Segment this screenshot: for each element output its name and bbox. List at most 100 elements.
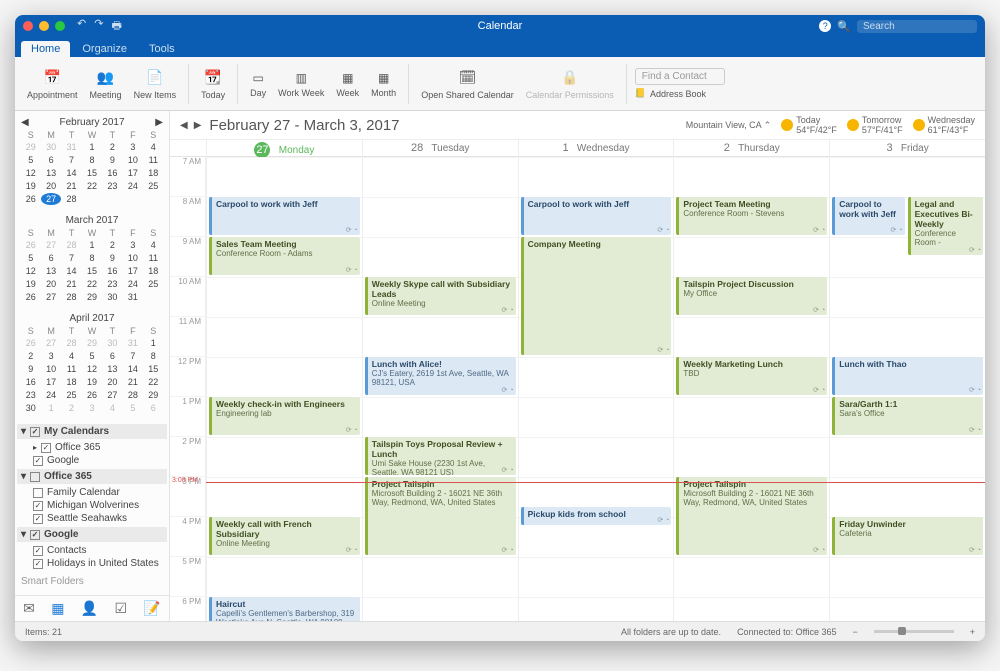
prev-week-button[interactable]: ◀ [180,120,188,131]
mini-day[interactable]: 26 [21,193,40,205]
mini-day[interactable]: 16 [103,265,122,277]
day-column[interactable]: Weekly Skype call with Subsidiary LeadsO… [362,157,518,621]
zoom-window[interactable] [55,21,65,31]
mini-day[interactable]: 29 [144,389,163,401]
month-button[interactable]: ▦Month [367,68,400,100]
tree-item[interactable]: Family Calendar [21,486,163,499]
mini-day[interactable]: 24 [123,180,142,192]
mini-day[interactable]: 27 [41,291,60,303]
mini-day[interactable]: 13 [103,363,122,375]
mini-day[interactable]: 7 [62,154,81,166]
mini-day[interactable]: 22 [82,180,101,192]
calendar-event[interactable]: Project TailspinMicrosoft Building 2 - 1… [676,477,827,555]
tree-item[interactable]: ✓Seattle Seahawks [21,512,163,525]
mini-day[interactable]: 28 [62,291,81,303]
mini-day[interactable]: 4 [62,350,81,362]
mini-day[interactable]: 17 [123,265,142,277]
zoom-slider[interactable] [874,630,954,633]
mini-day[interactable]: 15 [82,167,101,179]
mini-day[interactable]: 21 [62,180,81,192]
mini-day[interactable]: 8 [82,154,101,166]
calendar-event[interactable]: Carpool to work with Jeff⟳ ◔ [521,197,672,235]
tab-tools[interactable]: Tools [139,41,185,57]
mini-day[interactable]: 27 [103,389,122,401]
mini-day[interactable]: 29 [82,291,101,303]
new-items-button[interactable]: 📄New Items [130,66,181,102]
mini-day[interactable]: 1 [82,141,101,153]
tab-home[interactable]: Home [21,41,70,57]
mini-day[interactable]: 25 [144,278,163,290]
mini-day[interactable]: 14 [62,265,81,277]
mini-day[interactable]: 17 [123,167,142,179]
mini-day[interactable]: 18 [144,265,163,277]
redo-icon[interactable]: ↷ [94,17,103,36]
week-button[interactable]: ▦Week [332,68,363,100]
mini-day[interactable]: 6 [41,252,60,264]
close-window[interactable] [23,21,33,31]
mini-day[interactable]: 26 [21,291,40,303]
mini-day[interactable]: 9 [103,252,122,264]
mini-day[interactable]: 11 [144,154,163,166]
notes-icon[interactable]: 📝 [143,600,160,617]
mini-day[interactable]: 20 [41,278,60,290]
next-week-button[interactable]: ▶ [194,120,202,131]
checkbox-icon[interactable] [33,488,43,498]
mini-day[interactable]: 7 [62,252,81,264]
tree-item[interactable]: ✓Holidays in United States [21,557,163,570]
mini-day[interactable]: 20 [103,376,122,388]
mini-day[interactable]: 14 [123,363,142,375]
mini-day[interactable]: 15 [144,363,163,375]
checkbox-icon[interactable]: ✓ [33,559,43,569]
calendar-event[interactable]: Company Meeting⟳ ◔ [521,237,672,355]
mini-day[interactable]: 28 [123,389,142,401]
mini-day[interactable]: 4 [144,141,163,153]
mini-day[interactable]: 23 [21,389,40,401]
calendar-event[interactable]: Lunch with Alice!CJ's Eatery, 2619 1st A… [365,357,516,395]
weather-location[interactable]: Mountain View, CA ⌃ [686,120,771,131]
checkbox-icon[interactable] [30,472,40,482]
tree-group[interactable]: ▾✓My Calendars [17,424,167,439]
checkbox-icon[interactable]: ✓ [33,514,43,524]
mini-day[interactable]: 25 [62,389,81,401]
mini-day[interactable]: 18 [144,167,163,179]
mini-day[interactable]: 23 [103,278,122,290]
mini-day[interactable]: 8 [144,350,163,362]
mini-day[interactable]: 12 [21,167,40,179]
mini-day[interactable]: 4 [144,239,163,251]
mini-day[interactable]: 31 [123,291,142,303]
calendar-event[interactable]: Weekly check-in with EngineersEngineerin… [209,397,360,435]
mini-next[interactable]: ▶ [155,117,163,128]
calendar-icon[interactable]: ▦ [51,600,64,617]
mini-day[interactable]: 24 [41,389,60,401]
open-shared-button[interactable]: 🗓Open Shared Calendar [417,66,518,102]
mini-day[interactable]: 15 [82,265,101,277]
tree-item[interactable]: ✓Contacts [21,544,163,557]
calendar-event[interactable]: Friday UnwinderCafeteria⟳ ◔ [832,517,983,555]
checkbox-icon[interactable]: ✓ [33,546,43,556]
mini-day[interactable]: 13 [41,167,60,179]
mini-day[interactable]: 24 [123,278,142,290]
calendar-event[interactable]: Weekly Marketing LunchTBD⟳ ◔ [676,357,827,395]
mini-day[interactable]: 21 [62,278,81,290]
calendar-event[interactable]: Sales Team MeetingConference Room - Adam… [209,237,360,275]
calendar-event[interactable]: Pickup kids from school⟳ ◔ [521,507,672,525]
tree-group[interactable]: ▾Office 365 [17,469,167,484]
meeting-button[interactable]: 👥Meeting [86,66,126,102]
mini-day[interactable]: 16 [21,376,40,388]
appointment-button[interactable]: 📅Appointment [23,66,82,102]
mini-day[interactable]: 10 [123,252,142,264]
help-icon[interactable]: ? [819,20,831,32]
mini-day[interactable]: 27 [41,193,60,205]
tab-organize[interactable]: Organize [72,41,137,57]
mini-day[interactable]: 30 [21,402,40,414]
mini-day[interactable]: 19 [21,180,40,192]
mini-day[interactable]: 25 [144,180,163,192]
mini-day[interactable]: 20 [41,180,60,192]
mini-day[interactable]: 19 [82,376,101,388]
people-icon[interactable]: 👤 [81,600,98,617]
calendar-event[interactable]: Sara/Garth 1:1Sara's Office⟳ ◔ [832,397,983,435]
zoom-out-button[interactable]: − [852,627,857,637]
mini-day[interactable]: 6 [41,154,60,166]
checkbox-icon[interactable]: ✓ [30,530,40,540]
mini-day[interactable]: 6 [103,350,122,362]
